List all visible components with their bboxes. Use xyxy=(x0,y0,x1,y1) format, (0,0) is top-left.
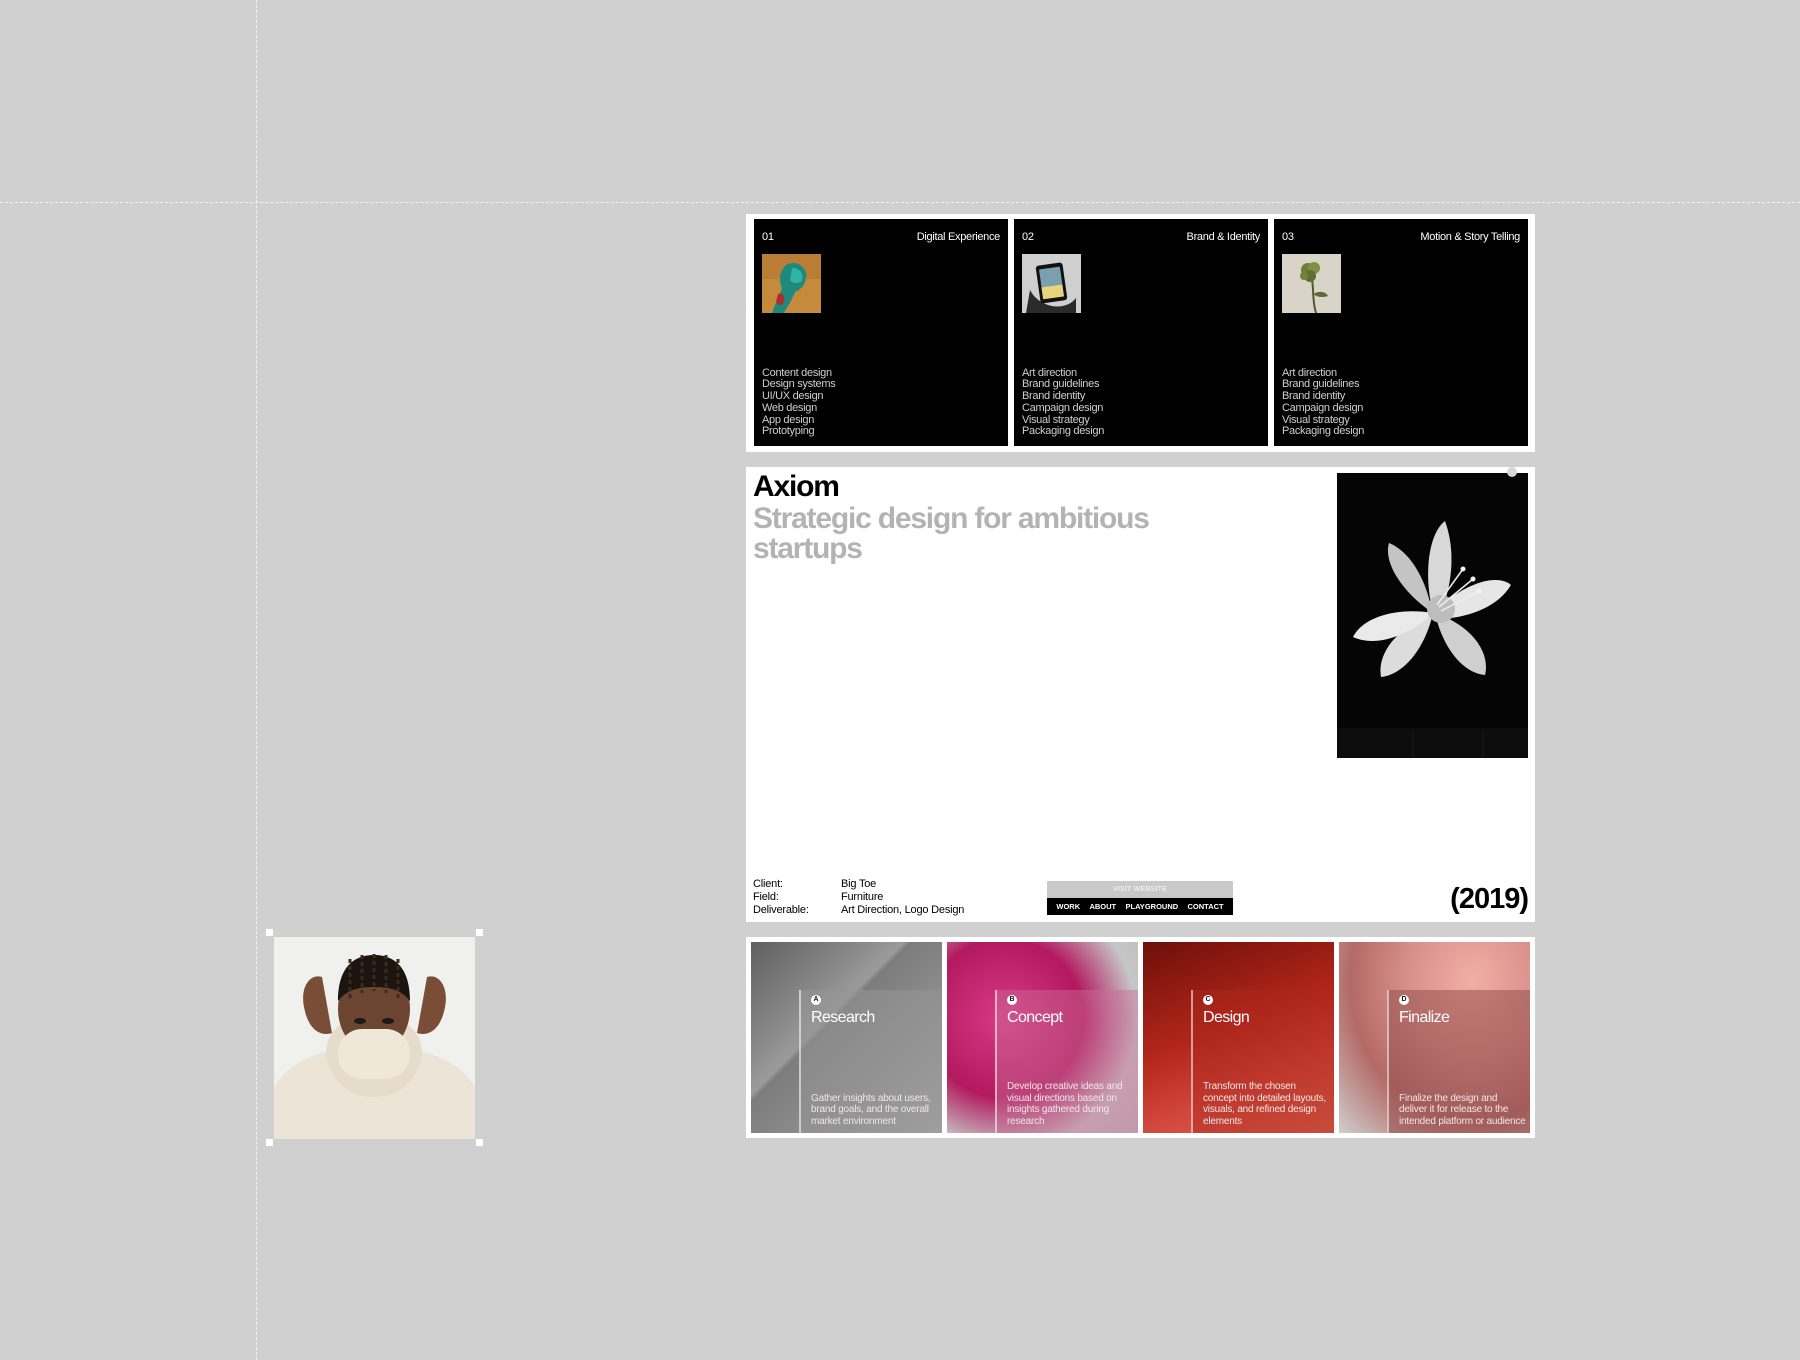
project-meta: Client: Big Toe Field: Furniture Deliver… xyxy=(753,878,964,917)
process-step-design[interactable]: C Design Transform the chosen concept in… xyxy=(1143,942,1334,1133)
service-card-digital-experience[interactable]: 01 Digital Experience Content design Des… xyxy=(754,219,1008,446)
project-year: (2019) xyxy=(1450,883,1529,915)
nav-link-about[interactable]: ABOUT xyxy=(1089,902,1116,911)
person-pulling-collar-photo[interactable] xyxy=(274,937,475,1139)
project-tagline: Strategic design for ambitious startups xyxy=(753,502,1150,565)
services-panel: 01 Digital Experience Content design Des… xyxy=(746,214,1535,452)
service-item: Prototyping xyxy=(762,425,815,438)
step-description: Develop creative ideas and visual direct… xyxy=(1007,1081,1123,1127)
project-name: Axiom xyxy=(753,470,840,503)
process-step-finalize[interactable]: D Finalize Finalize the design and deliv… xyxy=(1339,942,1530,1133)
meta-value: Big Toe xyxy=(841,878,877,890)
step-letter-badge: D xyxy=(1399,995,1409,1005)
mini-nav-bar: WORK ABOUT PLAYGROUND CONTACT xyxy=(1047,898,1233,915)
meta-key: Client: xyxy=(753,878,783,890)
meta-row-deliverable: Deliverable: Art Direction, Logo Design xyxy=(753,904,964,917)
green-figure-photo xyxy=(762,254,821,313)
meta-row-client: Client: Big Toe xyxy=(753,878,964,891)
service-card-brand-identity[interactable]: 02 Brand & Identity Art direction Brand … xyxy=(1014,219,1268,446)
step-overlay: A Research Gather insights about users, … xyxy=(799,990,942,1133)
service-item: Packaging design xyxy=(1022,425,1105,438)
service-number: 03 xyxy=(1282,231,1294,243)
scroll-indicator[interactable] xyxy=(1507,467,1517,477)
service-title: Brand & Identity xyxy=(1186,231,1261,243)
nav-link-contact[interactable]: CONTACT xyxy=(1188,902,1224,911)
service-items-list: Art direction Brand guidelines Brand ide… xyxy=(1282,367,1365,438)
meta-value: Art Direction, Logo Design xyxy=(841,904,965,916)
meta-key: Field: xyxy=(753,891,779,903)
service-number: 02 xyxy=(1022,231,1034,243)
service-item: Campaign design xyxy=(1022,401,1104,414)
step-description: Gather insights about users, brand goals… xyxy=(811,1092,931,1127)
step-overlay: D Finalize Finalize the design and deliv… xyxy=(1387,990,1530,1133)
service-number: 01 xyxy=(762,231,774,243)
step-letter-badge: A xyxy=(811,995,821,1005)
white-flower-photo xyxy=(1337,473,1528,758)
step-overlay: B Concept Develop creative ideas and vis… xyxy=(995,990,1138,1133)
service-items-list: Content design Design systems UI/UX desi… xyxy=(762,367,836,438)
service-title: Motion & Story Telling xyxy=(1420,231,1520,243)
process-strip: A Research Gather insights about users, … xyxy=(746,937,1535,1138)
step-description: Transform the chosen concept into detail… xyxy=(1203,1081,1326,1127)
nav-link-playground[interactable]: PLAYGROUND xyxy=(1126,902,1179,911)
flower-stem-photo xyxy=(1282,254,1341,313)
project-card: Axiom Strategic design for ambitious sta… xyxy=(746,467,1535,922)
meta-row-field: Field: Furniture xyxy=(753,891,964,904)
service-item: Campaign design xyxy=(1282,401,1364,414)
process-step-research[interactable]: A Research Gather insights about users, … xyxy=(751,942,942,1133)
step-letter-badge: C xyxy=(1203,995,1213,1005)
step-description: Finalize the design and deliver it for r… xyxy=(1399,1092,1526,1127)
resize-handle-bottom-left[interactable] xyxy=(266,1139,273,1146)
service-items-list: Art direction Brand guidelines Brand ide… xyxy=(1022,367,1105,438)
step-letter-badge: B xyxy=(1007,995,1017,1005)
process-step-concept[interactable]: B Concept Develop creative ideas and vis… xyxy=(947,942,1138,1133)
step-title: Design xyxy=(1203,1009,1250,1026)
service-item: Packaging design xyxy=(1282,425,1365,438)
meta-value: Furniture xyxy=(841,891,884,903)
resize-handle-top-right[interactable] xyxy=(476,929,483,936)
vertical-guide-line xyxy=(256,0,257,1360)
step-title: Research xyxy=(811,1009,875,1026)
resize-handle-top-left[interactable] xyxy=(266,929,273,936)
step-title: Concept xyxy=(1007,1009,1063,1026)
visit-website-button[interactable]: VISIT WEBSITE xyxy=(1047,881,1233,898)
resize-handle-bottom-right[interactable] xyxy=(476,1139,483,1146)
service-title: Digital Experience xyxy=(916,231,1001,243)
step-title: Finalize xyxy=(1399,1009,1450,1026)
meta-key: Deliverable: xyxy=(753,904,809,916)
service-item: Web design xyxy=(762,401,817,414)
step-overlay: C Design Transform the chosen concept in… xyxy=(1191,990,1334,1133)
service-card-motion-story-telling[interactable]: 03 Motion & Story Telling Art direction … xyxy=(1274,219,1528,446)
tablet-in-hand-photo xyxy=(1022,254,1081,313)
horizontal-guide-line xyxy=(0,202,1800,203)
nav-link-work[interactable]: WORK xyxy=(1056,902,1080,911)
